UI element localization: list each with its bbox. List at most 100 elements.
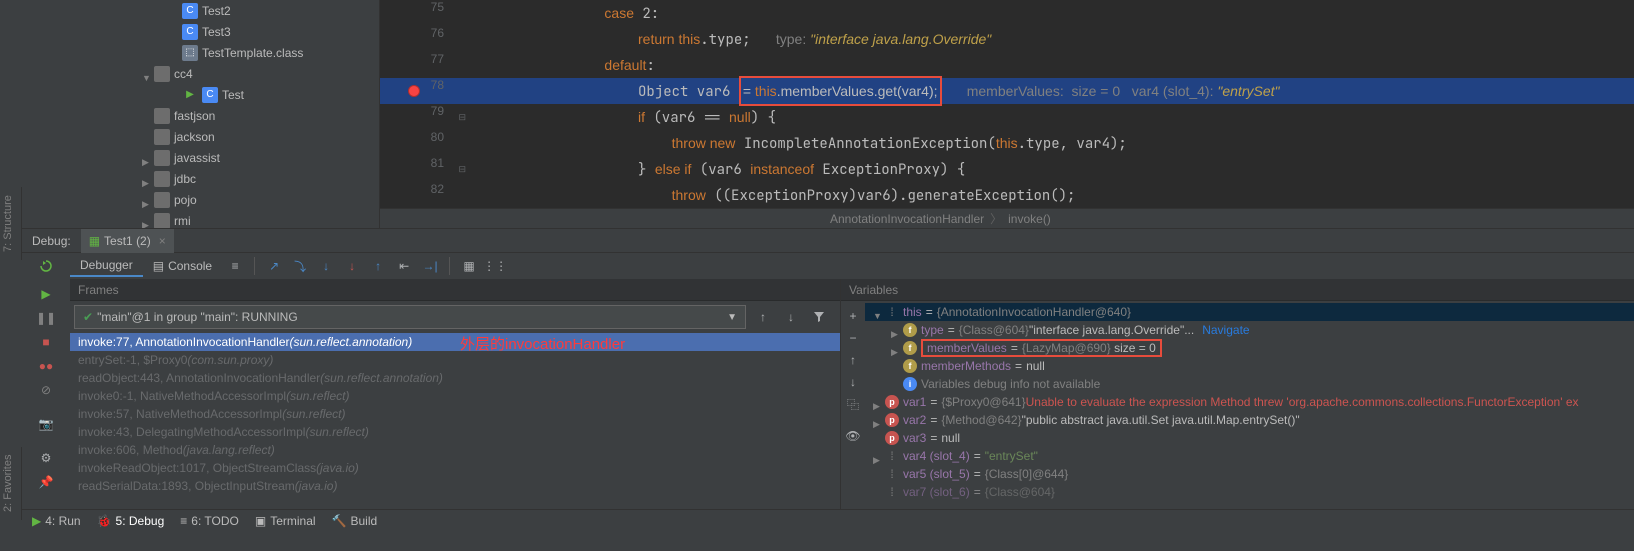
tree-item[interactable]: fastjson xyxy=(22,105,379,126)
variable-item[interactable]: ⁞var4 (slot_4)="entrySet" xyxy=(865,447,1634,465)
show-watches-button[interactable]: 👁 xyxy=(842,425,864,447)
copy-button[interactable]: ⿻ xyxy=(842,393,864,415)
step-over-button[interactable]: ⤵ xyxy=(289,255,311,277)
tree-item[interactable]: ▶CTest xyxy=(22,84,379,105)
next-frame-button[interactable]: ↓ xyxy=(780,306,802,328)
tree-item[interactable]: jackson xyxy=(22,126,379,147)
watch-up-button[interactable]: ↑ xyxy=(842,349,864,371)
project-tree[interactable]: CTest2CTest3⬚TestTemplate.classcc4▶CTest… xyxy=(22,0,380,228)
tree-item[interactable]: jdbc xyxy=(22,168,379,189)
view-breakpoints-button[interactable]: ●● xyxy=(35,355,57,377)
variables-tree[interactable]: ⁞this={AnnotationInvocationHandler@640}f… xyxy=(865,301,1634,509)
tree-item[interactable]: CTest3 xyxy=(22,21,379,42)
stack-frame[interactable]: invoke:77, AnnotationInvocationHandler (… xyxy=(70,333,840,351)
stack-frame[interactable]: invoke0:-1, NativeMethodAccessorImpl (su… xyxy=(70,387,840,405)
expand-icon[interactable] xyxy=(142,217,150,225)
variable-item[interactable]: pvar1={$Proxy0@641} Unable to evaluate t… xyxy=(865,393,1634,411)
breadcrumb-class[interactable]: AnnotationInvocationHandler xyxy=(830,212,984,226)
run-to-cursor-button[interactable]: →| xyxy=(419,255,441,277)
stack-frame[interactable]: readObject:443, AnnotationInvocationHand… xyxy=(70,369,840,387)
step-into-button[interactable]: ↓ xyxy=(315,255,337,277)
rerun-button[interactable] xyxy=(35,255,57,277)
expand-icon[interactable] xyxy=(873,398,881,406)
variable-item[interactable]: ⁞var7 (slot_6)={Class@604} xyxy=(865,483,1634,501)
fold-icon[interactable]: ⊟ xyxy=(456,164,466,174)
expand-icon[interactable] xyxy=(142,154,150,162)
expand-icon[interactable] xyxy=(142,196,150,204)
force-step-into-button[interactable]: ↓ xyxy=(341,255,363,277)
expand-icon[interactable] xyxy=(873,452,881,460)
stack-frame[interactable]: invoke:57, NativeMethodAccessorImpl (sun… xyxy=(70,405,840,423)
variable-item[interactable]: fmemberValues={LazyMap@690} size = 0 xyxy=(865,339,1634,357)
tree-item[interactable]: ⬚TestTemplate.class xyxy=(22,42,379,63)
close-icon[interactable]: × xyxy=(159,234,166,248)
resume-button[interactable]: ▶ xyxy=(35,283,57,305)
expand-icon[interactable] xyxy=(142,70,150,78)
code-line[interactable]: 81⊟ } else if (var6 instanceof Exception… xyxy=(380,156,1634,182)
threads-button[interactable]: ≡ xyxy=(224,255,246,277)
tree-item[interactable]: rmi xyxy=(22,210,379,228)
expand-icon[interactable] xyxy=(873,308,881,316)
remove-watch-button[interactable]: − xyxy=(842,327,864,349)
variable-item[interactable]: ⁞var5 (slot_5)={Class[0]@644} xyxy=(865,465,1634,483)
add-watch-button[interactable]: + xyxy=(842,305,864,327)
dump-button[interactable]: 📷 xyxy=(35,413,57,435)
stack-frame[interactable]: readSerialData:1893, ObjectInputStream (… xyxy=(70,477,840,495)
run-tool[interactable]: ▶4: Run xyxy=(32,514,81,528)
expand-icon[interactable] xyxy=(873,416,881,424)
variable-item[interactable]: pvar3=null xyxy=(865,429,1634,447)
tree-item[interactable]: pojo xyxy=(22,189,379,210)
fold-icon[interactable]: ⊟ xyxy=(456,112,466,122)
variable-item[interactable]: ftype={Class@604} "interface java.lang.O… xyxy=(865,321,1634,339)
evaluate-button[interactable]: ▦ xyxy=(458,255,480,277)
debug-tool[interactable]: 🐞5: Debug xyxy=(97,514,165,528)
breakpoint-icon[interactable] xyxy=(408,85,420,97)
stack-frame[interactable]: invoke:43, DelegatingMethodAccessorImpl … xyxy=(70,423,840,441)
side-favorites[interactable]: 2: Favorites xyxy=(0,447,22,520)
expand-icon[interactable] xyxy=(891,344,899,352)
expand-icon[interactable] xyxy=(142,175,150,183)
tree-item[interactable]: javassist xyxy=(22,147,379,168)
code-editor[interactable]: 75 case 2:76 return this.type; type: "in… xyxy=(380,0,1634,228)
stack-frame[interactable]: invokeReadObject:1017, ObjectStreamClass… xyxy=(70,459,840,477)
mute-breakpoints-button[interactable]: ⊘ xyxy=(35,379,57,401)
stack-frame[interactable]: entrySet:-1, $Proxy0 (com.sun.proxy) xyxy=(70,351,840,369)
thread-selector[interactable]: ✔ "main"@1 in group "main": RUNNING xyxy=(74,305,746,329)
expand-icon[interactable] xyxy=(891,326,899,334)
filter-frames-button[interactable] xyxy=(808,306,830,328)
settings-button[interactable]: ⚙ xyxy=(35,447,57,469)
todo-tool[interactable]: ≡6: TODO xyxy=(180,514,239,528)
drop-frame-button[interactable]: ⇤ xyxy=(393,255,415,277)
breadcrumbs[interactable]: AnnotationInvocationHandler 〉 invoke() xyxy=(380,208,1634,228)
build-tool[interactable]: 🔨Build xyxy=(332,514,378,528)
trace-button[interactable]: ⋮⋮ xyxy=(484,255,506,277)
side-structure[interactable]: 7: Structure xyxy=(0,187,22,260)
breadcrumb-method[interactable]: invoke() xyxy=(1008,212,1051,226)
code-line[interactable]: 82 throw ((ExceptionProxy)var6).generate… xyxy=(380,182,1634,208)
console-tab[interactable]: ▤ Console xyxy=(143,255,222,277)
debugger-tab[interactable]: Debugger xyxy=(70,255,143,277)
stack-frame[interactable]: invoke:606, Method (java.lang.reflect) xyxy=(70,441,840,459)
step-out-button[interactable]: ↑ xyxy=(367,255,389,277)
pin-button[interactable]: 📌 xyxy=(35,471,57,493)
variable-item[interactable]: iVariables debug info not available xyxy=(865,375,1634,393)
code-line[interactable]: 80 throw new IncompleteAnnotationExcepti… xyxy=(380,130,1634,156)
code-text: throw new IncompleteAnnotationException(… xyxy=(470,130,1634,156)
variable-item[interactable]: ⁞this={AnnotationInvocationHandler@640} xyxy=(865,303,1634,321)
code-line[interactable]: 75 case 2: xyxy=(380,0,1634,26)
prev-frame-button[interactable]: ↑ xyxy=(752,306,774,328)
code-line[interactable]: 76 return this.type; type: "interface ja… xyxy=(380,26,1634,52)
debug-run-config-tab[interactable]: ▦ Test1 (2) × xyxy=(81,229,174,253)
terminal-tool[interactable]: ▣Terminal xyxy=(255,514,316,528)
variable-item[interactable]: fmemberMethods=null xyxy=(865,357,1634,375)
stop-button[interactable]: ■ xyxy=(35,331,57,353)
code-line[interactable]: 77 default: xyxy=(380,52,1634,78)
code-line[interactable]: 79⊟ if (var6 == null) { xyxy=(380,104,1634,130)
code-line[interactable]: 78 Object var6 = this.memberValues.get(v… xyxy=(380,78,1634,104)
show-execution-point-button[interactable]: ↗ xyxy=(263,255,285,277)
variable-item[interactable]: pvar2={Method@642} "public abstract java… xyxy=(865,411,1634,429)
tree-item[interactable]: cc4 xyxy=(22,63,379,84)
watch-down-button[interactable]: ↓ xyxy=(842,371,864,393)
pause-button[interactable]: ❚❚ xyxy=(35,307,57,329)
tree-item[interactable]: CTest2 xyxy=(22,0,379,21)
